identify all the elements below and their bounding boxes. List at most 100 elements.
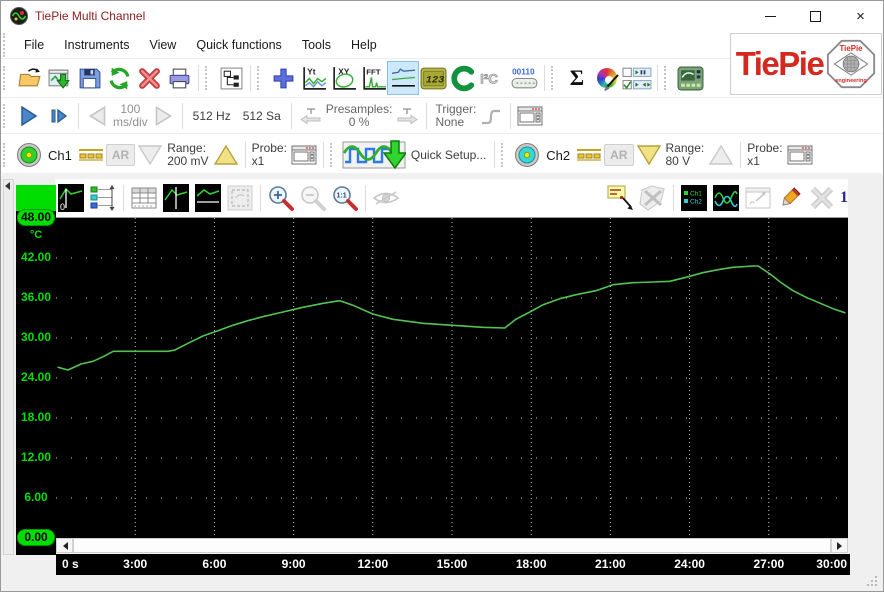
close-button[interactable]: × — [838, 1, 883, 31]
toolbar-separator — [510, 102, 512, 129]
waveform-colors-button[interactable] — [710, 182, 742, 214]
ch2-probe-display: Probe: x1 — [747, 142, 782, 168]
appearance-button[interactable] — [592, 62, 622, 94]
object-tree-button[interactable] — [216, 62, 246, 94]
color-wheel-icon — [597, 68, 619, 91]
ch1-range-down-button[interactable] — [135, 139, 165, 171]
export-graph-button[interactable] — [742, 182, 774, 214]
add-graph-button[interactable] — [268, 62, 298, 94]
oneshot-button[interactable] — [44, 100, 74, 132]
xy-graph-button[interactable]: XY — [328, 62, 358, 94]
resize-grip-icon[interactable] — [866, 575, 879, 588]
serial-protocol-button[interactable]: 00110 — [509, 62, 540, 94]
gauge-button[interactable] — [448, 62, 478, 94]
ch1-autoranging-button[interactable]: AR — [105, 144, 136, 166]
menu-view[interactable]: View — [139, 33, 186, 57]
maximize-button[interactable] — [793, 1, 838, 31]
add-comment-button[interactable] — [605, 182, 637, 214]
y-axis-tick: 6.00 — [24, 490, 48, 504]
presamples-decrease-button[interactable] — [296, 100, 326, 132]
x-axis-tick: 18:00 — [515, 557, 547, 571]
y-axis-top-button[interactable] — [16, 185, 56, 211]
ch1-label: Ch1 — [48, 147, 72, 163]
ch2-probe-value: x1 — [747, 154, 760, 168]
hide-source-button[interactable] — [370, 182, 402, 214]
y-axis-tick: 42.00 — [20, 250, 52, 264]
toolbar-separator — [544, 65, 545, 91]
y-axis-tick: 12.00 — [20, 450, 52, 464]
start-button[interactable] — [14, 100, 44, 132]
delete-button[interactable] — [134, 62, 164, 94]
x-axis-tick: 12:00 — [357, 557, 389, 571]
hotkeys-button[interactable] — [622, 62, 653, 94]
scroll-right-button[interactable] — [831, 539, 847, 552]
x-axis-tick: 0 s — [62, 557, 79, 571]
ch2-bnc-icon[interactable] — [512, 139, 542, 171]
zoom-out-button[interactable] — [297, 182, 329, 214]
horizontal-scrollbar[interactable] — [56, 538, 848, 553]
timebase-decrease-button[interactable] — [83, 100, 113, 132]
refresh-button[interactable] — [104, 62, 134, 94]
timebase-display: 100 ms/div — [113, 102, 148, 129]
scroll-left-button[interactable] — [57, 539, 73, 552]
timebase-increase-button[interactable] — [148, 100, 178, 132]
menu-tools[interactable]: Tools — [292, 33, 341, 57]
y-axis-tick[interactable]: 48.00 — [17, 209, 55, 226]
x-axis[interactable]: 0 s 3:00 6:00 9:00 12:00 15:00 18:00 21:00 24:00… — [56, 554, 850, 575]
save-button[interactable] — [74, 62, 104, 94]
horizontal-cursor-button[interactable] — [192, 182, 224, 214]
y-axis-tick[interactable]: 0.00 — [17, 529, 55, 546]
menu-file[interactable]: File — [14, 33, 54, 57]
plot-area[interactable] — [56, 217, 848, 538]
legend-button[interactable]: Ch1 Ch2 — [678, 182, 710, 214]
toolbar-separator — [426, 102, 428, 129]
value-table-button[interactable] — [128, 182, 160, 214]
open-file-button[interactable] — [14, 62, 44, 94]
fft-graph-button[interactable]: FFT — [358, 62, 388, 94]
svg-text:engineering: engineering — [836, 78, 868, 84]
ch1-probe-value: x1 — [251, 154, 265, 168]
menu-instruments[interactable]: Instruments — [54, 33, 139, 57]
menu-quick-functions[interactable]: Quick functions — [186, 33, 291, 57]
sum-button[interactable]: Σ — [562, 62, 592, 94]
instrument-button[interactable] — [675, 62, 705, 94]
ch2-coupling-button[interactable] — [574, 139, 604, 171]
ch1-range-up-button[interactable] — [211, 139, 241, 171]
quick-setup-label[interactable]: Quick Setup... — [411, 148, 486, 162]
close-graph-button[interactable] — [806, 182, 838, 214]
i2c-button[interactable]: I²C — [478, 62, 509, 94]
ch1-settings-button[interactable] — [289, 139, 319, 171]
scrollbar-thumb[interactable] — [73, 538, 831, 553]
y-axis-unit: °C — [29, 229, 43, 241]
minimize-button[interactable] — [748, 1, 793, 31]
pen-eraser-button[interactable] — [774, 182, 806, 214]
zoom-reset-button[interactable]: 1:1 — [329, 182, 361, 214]
print-button[interactable] — [164, 62, 194, 94]
import-measurement-button[interactable] — [44, 62, 74, 94]
ch1-coupling-button[interactable] — [76, 139, 106, 171]
meter-button[interactable]: 123 — [418, 62, 448, 94]
vertical-cursor-button[interactable] — [160, 182, 192, 214]
presamples-increase-button[interactable] — [392, 100, 422, 132]
active-graph-button[interactable] — [387, 61, 419, 95]
ch2-range-up-button[interactable] — [706, 139, 736, 171]
ch1-bnc-icon[interactable] — [14, 139, 44, 171]
menu-help[interactable]: Help — [341, 33, 387, 57]
ch2-settings-button[interactable] — [785, 139, 815, 171]
zero-scale-button[interactable]: 0 — [55, 182, 87, 214]
ch2-range-down-button[interactable] — [634, 139, 664, 171]
trigger-slope-icon[interactable] — [476, 100, 506, 132]
ch2-autoranging-button[interactable]: AR — [604, 144, 634, 166]
panel-splitter[interactable] — [3, 179, 14, 555]
toolbar-grip — [205, 66, 213, 90]
zoom-in-button[interactable] — [265, 182, 297, 214]
yt-graph-button[interactable]: Yt — [298, 62, 328, 94]
quick-setup-icon[interactable] — [341, 139, 407, 171]
toolbar-separator — [244, 142, 246, 168]
app-window: TiePie Multi Channel × File Instruments … — [0, 0, 884, 592]
measure-settings-button[interactable] — [515, 100, 545, 132]
axis-offsets-button[interactable] — [87, 182, 119, 214]
y-axis[interactable]: °C 48.00 42.00 36.00 30.00 24.00 18.00 12.00 6.… — [16, 185, 56, 555]
box-cursor-button[interactable] — [224, 182, 256, 214]
delete-comment-button[interactable] — [637, 182, 669, 214]
